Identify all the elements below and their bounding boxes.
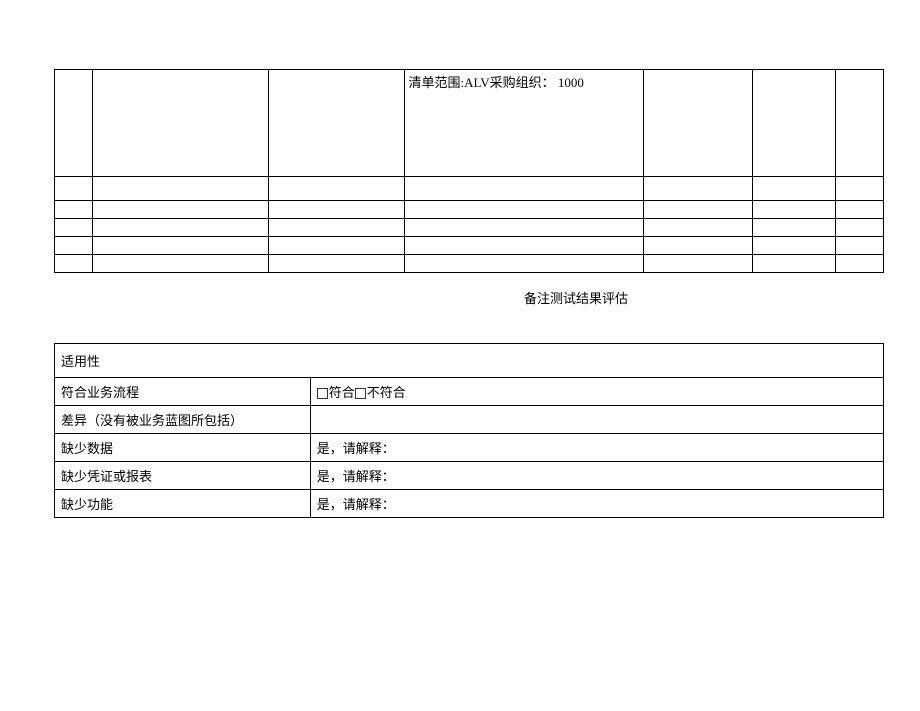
cell (92, 70, 268, 177)
cell (268, 237, 404, 255)
checkbox-icon[interactable] (355, 388, 366, 399)
cell (92, 255, 268, 273)
cell (836, 219, 884, 237)
cell-label: 符合业务流程 (55, 378, 311, 406)
cell (92, 237, 268, 255)
cell (753, 255, 836, 273)
cell (753, 177, 836, 201)
option-compliant: 符合 (329, 385, 355, 400)
table-row (55, 219, 884, 237)
table-row-applicability: 适用性 (55, 344, 884, 378)
table-row-missing-function: 缺少功能 是，请解释： (55, 490, 884, 518)
table-row (55, 177, 884, 201)
checkbox-icon[interactable] (317, 388, 328, 399)
cell (836, 201, 884, 219)
cell (753, 201, 836, 219)
cell (268, 201, 404, 219)
cell-value (310, 406, 883, 434)
table-row-difference: 差异（没有被业务蓝图所包括） (55, 406, 884, 434)
cell (55, 70, 93, 177)
cell (836, 237, 884, 255)
cell-value: 是，请解释： (310, 490, 883, 518)
cell (55, 255, 93, 273)
table-row-compliance: 符合业务流程 符合不符合 (55, 378, 884, 406)
cell (644, 177, 753, 201)
cell-label: 缺少数据 (55, 434, 311, 462)
cell-value: 是，请解释： (310, 462, 883, 490)
cell-value: 符合不符合 (310, 378, 883, 406)
table-row (55, 237, 884, 255)
cell (55, 219, 93, 237)
cell (753, 237, 836, 255)
cell (753, 219, 836, 237)
table-row (55, 201, 884, 219)
cell-label: 缺少功能 (55, 490, 311, 518)
cell (644, 70, 753, 177)
cell-label: 适用性 (55, 344, 884, 378)
cell-label: 差异（没有被业务蓝图所包括） (55, 406, 311, 434)
cell (644, 201, 753, 219)
cell (644, 219, 753, 237)
cell (404, 255, 644, 273)
cell-value: 是，请解释： (310, 434, 883, 462)
table-row (55, 255, 884, 273)
top-table: 清单范围:ALV采购组织： 1000 (54, 69, 884, 273)
cell (836, 177, 884, 201)
cell (404, 201, 644, 219)
cell (404, 177, 644, 201)
evaluation-table: 适用性 符合业务流程 符合不符合 差异（没有被业务蓝图所包括） 缺少数据 是，请… (54, 343, 884, 518)
option-noncompliant: 不符合 (367, 385, 406, 400)
cell (268, 177, 404, 201)
cell (55, 201, 93, 219)
table-row-missing-voucher: 缺少凭证或报表 是，请解释： (55, 462, 884, 490)
cell (644, 255, 753, 273)
cell (404, 237, 644, 255)
cell (836, 70, 884, 177)
table-row: 清单范围:ALV采购组织： 1000 (55, 70, 884, 177)
cell (268, 70, 404, 177)
cell-list-range: 清单范围:ALV采购组织： 1000 (404, 70, 644, 177)
cell (92, 201, 268, 219)
table-row-missing-data: 缺少数据 是，请解释： (55, 434, 884, 462)
cell (55, 177, 93, 201)
cell (92, 219, 268, 237)
cell (92, 177, 268, 201)
cell (644, 237, 753, 255)
cell (753, 70, 836, 177)
cell (268, 219, 404, 237)
cell-label: 缺少凭证或报表 (55, 462, 311, 490)
caption-text: 备注测试结果评估 (524, 288, 628, 307)
cell (55, 237, 93, 255)
cell (268, 255, 404, 273)
cell (836, 255, 884, 273)
cell (404, 219, 644, 237)
